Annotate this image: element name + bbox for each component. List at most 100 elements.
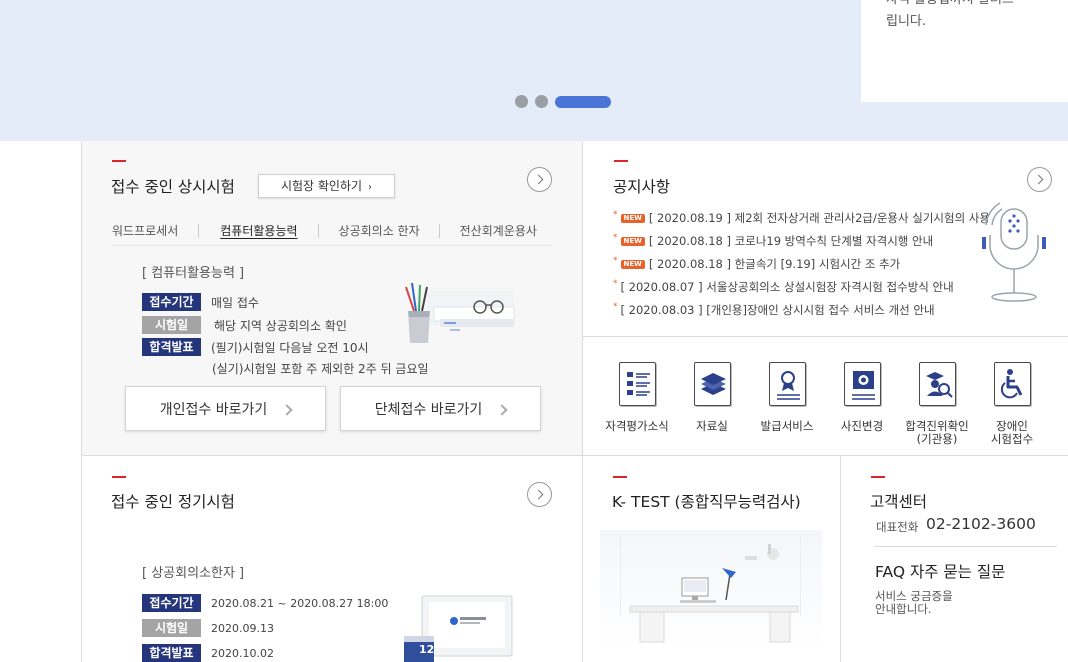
- photo-change-icon: [843, 362, 881, 406]
- service-label-line: (기관용): [916, 432, 958, 446]
- bullet-icon: *: [613, 210, 618, 220]
- exam-name: [ 상공회의소한자 ]: [142, 566, 245, 581]
- tab-separator: [317, 224, 319, 238]
- service-label: 장애인 시험접수: [972, 420, 1052, 446]
- notice-item[interactable]: * NEW[ 2020.08.19 ] 제2회 전자상거래 관리사2급/운용사 실…: [613, 207, 988, 230]
- info-row: 합격발표 (필기)시험일 다음날 오전 10시: [142, 338, 369, 356]
- status-badge: 합격발표: [142, 644, 201, 662]
- news-icon: [618, 362, 656, 406]
- notice-text: [ 2020.08.18 ] 코로나19 방역수칙 단계별 자격시행 안내: [648, 234, 934, 248]
- status-badge: 시험일: [142, 619, 201, 637]
- service-news[interactable]: 자격평가소식: [597, 362, 677, 433]
- new-badge: NEW: [620, 237, 645, 246]
- bullet-icon: *: [613, 302, 618, 312]
- ktest-title: K- TEST (종합직무능력검사): [612, 493, 801, 511]
- check-test-site-label: 시험장 확인하기: [280, 179, 363, 193]
- desk-illustration: [600, 530, 822, 650]
- notice-item[interactable]: *[ 2020.08.07 ] 서울상공회의소 상설시험장 자격시험 접수방식 …: [613, 276, 988, 299]
- service-accessibility[interactable]: 장애인 시험접수: [972, 362, 1052, 446]
- bullet-icon: *: [613, 233, 618, 243]
- pass-verify-icon: [918, 362, 956, 406]
- faq-desc-line: 안내합니다.: [875, 602, 932, 616]
- accessibility-icon: [993, 362, 1031, 406]
- info-value-extra: (실기)시험일 포함 주 제외한 2주 뒤 금요일: [212, 362, 429, 376]
- chevron-right-icon: [281, 403, 293, 416]
- faq-link[interactable]: FAQ 자주 묻는 질문: [875, 560, 1005, 582]
- service-label: 합격진위확인 (기관용): [897, 420, 977, 446]
- new-badge: NEW: [620, 260, 645, 269]
- info-value: 2020.08.21 ~ 2020.08.27 18:00: [211, 596, 389, 610]
- check-test-site-button[interactable]: 시험장 확인하기 ›: [258, 174, 395, 198]
- exam-name: [ 컴퓨터활용능력 ]: [142, 266, 245, 281]
- jeonggi-more-button[interactable]: [527, 482, 552, 507]
- divider: [582, 336, 1068, 337]
- group-apply-button[interactable]: 단체접수 바로가기: [340, 386, 541, 431]
- divider: [81, 141, 82, 662]
- slide-indicator: [515, 95, 611, 108]
- tab-accounting[interactable]: 전산회계운용사: [460, 222, 537, 239]
- hero-banner: 자격 활용법까지 알려드 립니다.: [0, 0, 1068, 141]
- notice-item[interactable]: *[ 2020.08.03 ] [개인용]장애인 상시시험 접수 서비스 개선 …: [613, 299, 988, 322]
- slide-dot-1[interactable]: [515, 95, 528, 108]
- tab-word-processor[interactable]: 워드프로세서: [112, 222, 178, 239]
- hero-info-card: 자격 활용법까지 알려드 립니다.: [861, 0, 1068, 102]
- archive-icon: [693, 362, 731, 406]
- service-certificate[interactable]: 발급서비스: [747, 362, 827, 433]
- slide-dot-3-active[interactable]: [555, 95, 611, 108]
- support-title: 고객센터: [870, 493, 928, 511]
- notice-text: [ 2020.08.03 ] [개인용]장애인 상시시험 접수 서비스 개선 안…: [620, 303, 935, 317]
- info-value: (필기)시험일 다음날 오전 10시: [211, 340, 369, 355]
- sangsi-more-button[interactable]: [527, 167, 552, 192]
- info-row: 시험일 2020.09.13: [142, 619, 274, 637]
- hero-card-line: 자격 활용법까지 알려드: [886, 0, 1068, 11]
- service-label: 사진변경: [840, 419, 884, 433]
- notice-list: * NEW[ 2020.08.19 ] 제2회 전자상거래 관리사2급/운용사 실…: [613, 207, 988, 322]
- slide-dot-2[interactable]: [535, 95, 548, 108]
- chevron-right-icon: ›: [368, 182, 373, 193]
- service-label: 발급서비스: [760, 419, 814, 433]
- faq-description: 서비스 궁금증을 안내합니다.: [875, 590, 953, 616]
- tab-computer-skills[interactable]: 컴퓨터활용능력: [220, 222, 297, 239]
- service-label-line: 시험접수: [990, 432, 1034, 446]
- service-archive[interactable]: 자료실: [672, 362, 752, 433]
- notice-more-button[interactable]: [1027, 167, 1052, 192]
- notice-title: 공지사항: [613, 178, 671, 196]
- info-row: 접수기간 2020.08.21 ~ 2020.08.27 18:00: [142, 594, 388, 612]
- service-photo-change[interactable]: 사진변경: [822, 362, 902, 433]
- exam-tabs: 워드프로세서 컴퓨터활용능력 상공회의소 한자 전산회계운용사: [112, 222, 552, 246]
- info-value: 2020.09.13: [211, 621, 274, 635]
- notice-item[interactable]: * NEW[ 2020.08.18 ] 한글속기 [9.19] 시험시간 조 추가: [613, 253, 988, 276]
- sangsi-title: 접수 중인 상시시험: [111, 178, 235, 196]
- status-badge: 접수기간: [142, 293, 201, 311]
- chevron-right-icon: [496, 403, 508, 416]
- tab-separator: [438, 224, 440, 238]
- status-badge: 합격발표: [142, 338, 201, 356]
- service-pass-verify[interactable]: 합격진위확인 (기관용): [897, 362, 977, 446]
- section-accent: [112, 160, 126, 162]
- info-row: 시험일 해당 지역 상공회의소 확인: [142, 316, 347, 334]
- bullet-icon: *: [613, 256, 618, 266]
- microphone-icon: [982, 202, 1046, 302]
- jeonggi-title: 접수 중인 정기시험: [111, 493, 235, 511]
- bullet-icon: *: [613, 279, 618, 289]
- service-label: 자료실: [696, 419, 728, 433]
- divider: [840, 456, 841, 662]
- divider: [82, 455, 1068, 456]
- service-label: 자격평가소식: [605, 419, 669, 433]
- hero-card-line: 립니다.: [886, 14, 927, 29]
- group-apply-label: 단체접수 바로가기: [374, 401, 483, 418]
- certificate-icon: [768, 362, 806, 406]
- phone-number[interactable]: 02-2102-3600: [926, 515, 1036, 533]
- stationery-illustration: [405, 282, 515, 343]
- section-accent: [614, 160, 628, 162]
- info-row: 접수기간 매일 접수: [142, 293, 259, 311]
- notice-item[interactable]: * NEW[ 2020.08.18 ] 코로나19 방역수칙 단계별 자격시행 안…: [613, 230, 988, 253]
- calendar-day: 12: [419, 643, 435, 656]
- tab-hanja[interactable]: 상공회의소 한자: [339, 222, 420, 239]
- personal-apply-button[interactable]: 개인접수 바로가기: [125, 386, 326, 431]
- section-accent: [871, 476, 885, 478]
- notice-text: [ 2020.08.07 ] 서울상공회의소 상설시험장 자격시험 접수방식 안…: [620, 280, 954, 294]
- tab-separator: [198, 224, 200, 238]
- status-badge: 시험일: [142, 316, 201, 334]
- notice-text: [ 2020.08.19 ] 제2회 전자상거래 관리사2급/운용사 실기시험의…: [648, 211, 988, 225]
